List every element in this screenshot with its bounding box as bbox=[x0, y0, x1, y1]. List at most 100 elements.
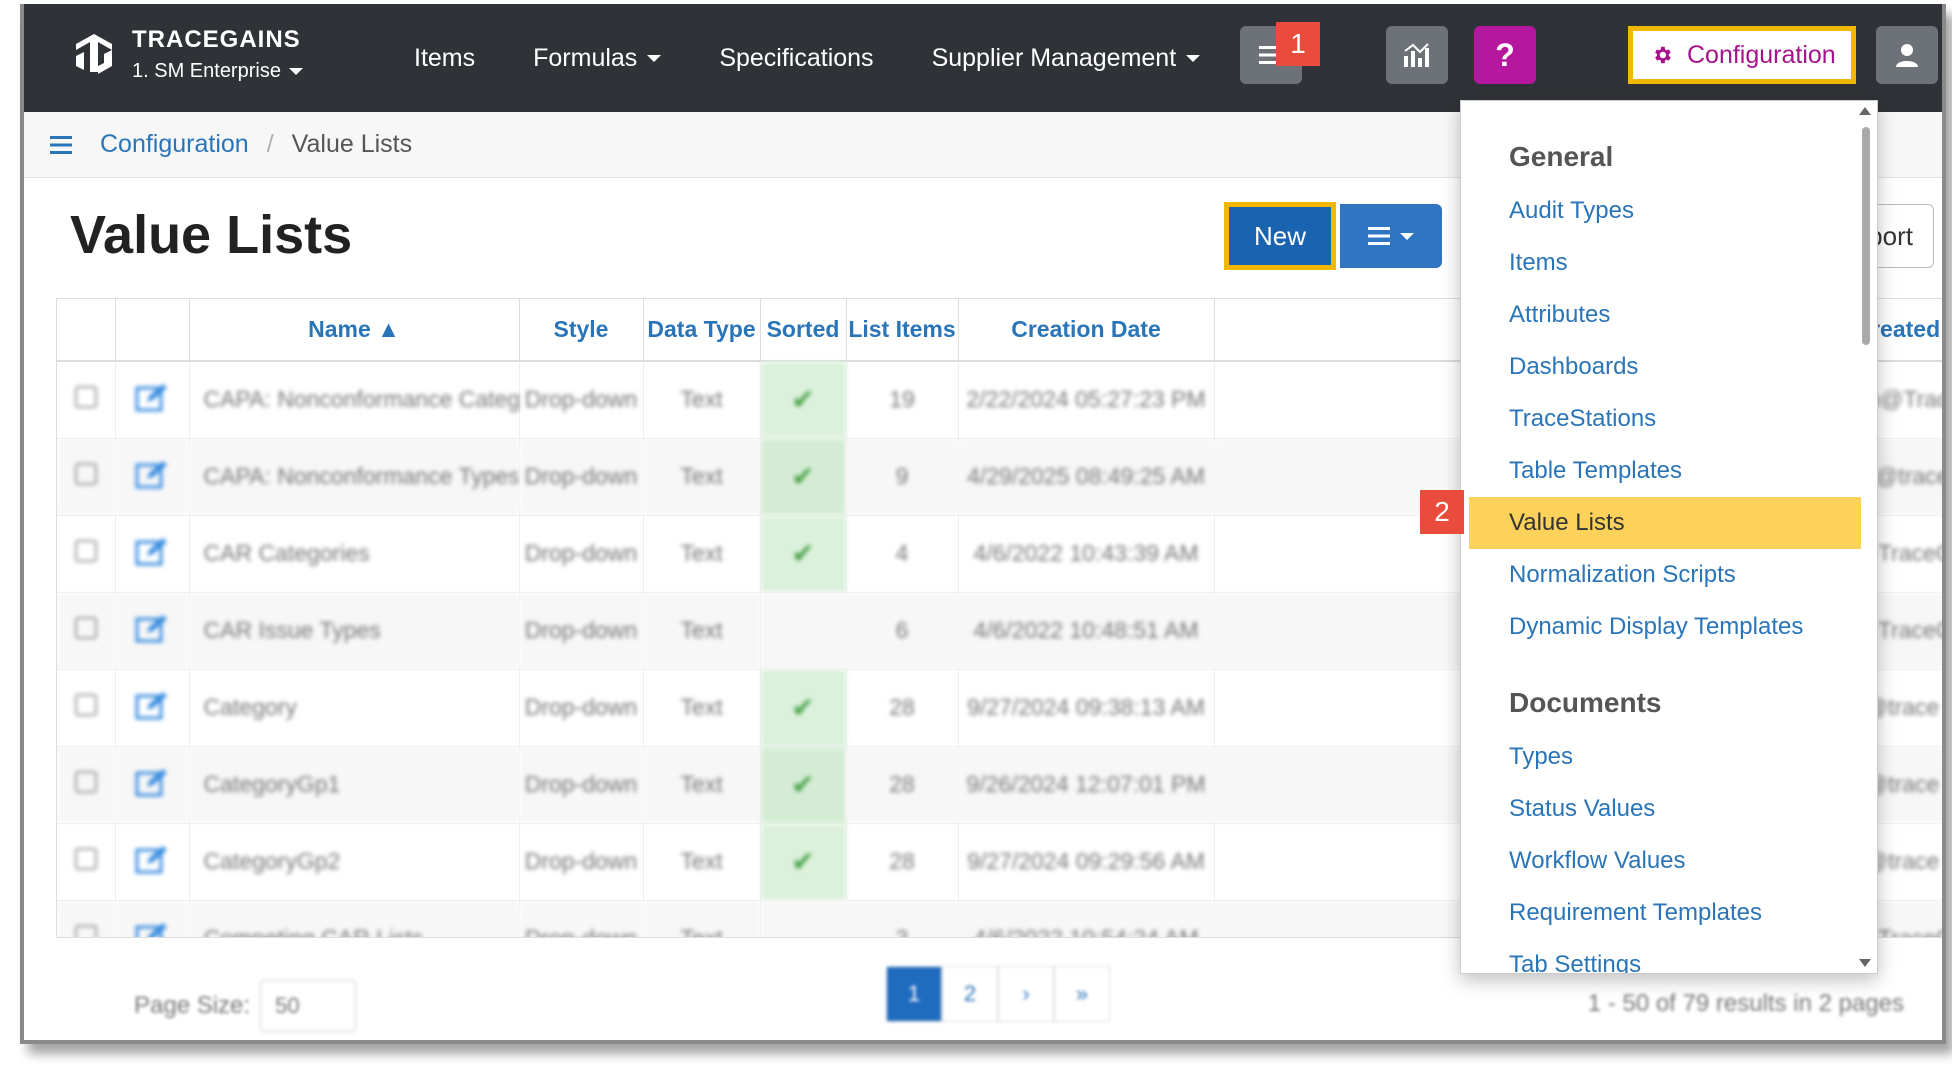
row-edit-cell[interactable] bbox=[115, 515, 190, 593]
column-header-list-items[interactable]: List Items bbox=[846, 299, 959, 362]
page-size-select[interactable]: 50 bbox=[260, 980, 357, 1032]
cell-list-items: 19 bbox=[846, 361, 959, 439]
actions-menu-button[interactable] bbox=[1340, 204, 1442, 268]
page-size-label: Page Size: bbox=[134, 992, 251, 1019]
edit-icon bbox=[135, 845, 167, 873]
user-menu-button[interactable] bbox=[1876, 26, 1938, 84]
help-button[interactable]: ? bbox=[1474, 26, 1536, 84]
cell-style: Drop-down bbox=[519, 823, 644, 901]
row-edit-cell[interactable] bbox=[115, 823, 190, 901]
menu-item-dynamic-display-templates[interactable]: Dynamic Display Templates bbox=[1461, 601, 1861, 653]
user-icon bbox=[1896, 44, 1918, 67]
row-checkbox[interactable] bbox=[74, 924, 97, 937]
page-next[interactable]: › bbox=[998, 966, 1054, 1022]
row-checkbox[interactable] bbox=[74, 847, 97, 870]
cell-data-type: Text bbox=[643, 592, 761, 670]
nav-formulas[interactable]: Formulas bbox=[533, 44, 662, 73]
column-header-style[interactable]: Style bbox=[519, 299, 644, 362]
cell-list-items: 28 bbox=[846, 669, 959, 747]
menu-item-tracestations[interactable]: TraceStations bbox=[1461, 393, 1861, 445]
page-link-1[interactable]: 1 bbox=[886, 966, 942, 1022]
cell-creation-date: 4/6/2022 10:43:39 AM bbox=[958, 515, 1215, 593]
menu-item-workflow-values[interactable]: Workflow Values bbox=[1461, 835, 1861, 887]
row-edit-cell[interactable] bbox=[115, 900, 190, 937]
configuration-dropdown-menu: General Audit Types Items Attributes Das… bbox=[1460, 100, 1878, 974]
menu-item-audit-types[interactable]: Audit Types bbox=[1461, 185, 1861, 237]
configuration-button[interactable]: Configuration bbox=[1628, 26, 1856, 84]
menu-item-status-values[interactable]: Status Values bbox=[1461, 783, 1861, 835]
menu-item-types[interactable]: Types bbox=[1461, 731, 1861, 783]
column-header-creation-date[interactable]: Creation Date bbox=[958, 299, 1215, 362]
menu-scrollbar[interactable] bbox=[1859, 101, 1875, 973]
row-edit-cell[interactable] bbox=[115, 438, 190, 516]
cell-list-items: 3 bbox=[846, 900, 959, 937]
row-checkbox[interactable] bbox=[74, 693, 97, 716]
edit-icon bbox=[135, 383, 167, 412]
cell-sorted: ✔ bbox=[760, 361, 847, 439]
cell-creation-date: 9/26/2024 12:07:01 PM bbox=[958, 746, 1215, 824]
row-edit-cell[interactable] bbox=[115, 669, 190, 747]
row-checkbox-cell bbox=[57, 592, 116, 670]
row-edit-cell[interactable] bbox=[115, 592, 190, 670]
app-window: TRACEGAINS 1. SM Enterprise Items Formul… bbox=[20, 4, 1946, 1044]
page-link-2[interactable]: 2 bbox=[942, 966, 998, 1022]
new-button[interactable]: New bbox=[1224, 202, 1336, 270]
row-checkbox-cell bbox=[57, 515, 116, 593]
top-navbar: TRACEGAINS 1. SM Enterprise Items Formul… bbox=[24, 4, 1942, 112]
row-checkbox[interactable] bbox=[74, 539, 97, 562]
edit-icon bbox=[135, 691, 167, 719]
cell-list-items: 28 bbox=[846, 823, 959, 901]
scroll-thumb[interactable] bbox=[1862, 127, 1870, 345]
edit-icon bbox=[135, 614, 167, 642]
page-last[interactable]: » bbox=[1054, 966, 1110, 1022]
cell-name: CAR Issue Types bbox=[189, 592, 520, 670]
scroll-down-arrow-icon[interactable] bbox=[1859, 959, 1871, 967]
row-checkbox-cell bbox=[57, 823, 116, 901]
cell-sorted bbox=[760, 900, 847, 937]
cell-data-type: Text bbox=[643, 900, 761, 937]
cell-sorted: ✔ bbox=[760, 515, 847, 593]
nav-items[interactable]: Items bbox=[414, 44, 475, 73]
menu-item-tab-settings[interactable]: Tab Settings bbox=[1461, 939, 1861, 973]
column-header-data-type[interactable]: Data Type bbox=[643, 299, 761, 362]
row-checkbox[interactable] bbox=[74, 385, 97, 408]
row-edit-cell[interactable] bbox=[115, 746, 190, 824]
menu-item-items[interactable]: Items bbox=[1461, 237, 1861, 289]
cell-data-type: Text bbox=[643, 515, 761, 593]
edit-icon bbox=[135, 537, 167, 565]
row-checkbox[interactable] bbox=[74, 770, 97, 793]
cell-data-type: Text bbox=[643, 361, 761, 439]
sidebar-toggle-icon[interactable] bbox=[50, 135, 72, 155]
cell-data-type: Text bbox=[643, 669, 761, 747]
row-checkbox-cell bbox=[57, 361, 116, 439]
menu-heading-documents: Documents bbox=[1509, 687, 1662, 718]
row-checkbox[interactable] bbox=[74, 462, 97, 485]
menu-item-attributes[interactable]: Attributes bbox=[1461, 289, 1861, 341]
brand[interactable]: TRACEGAINS 1. SM Enterprise bbox=[68, 26, 303, 83]
analytics-chart-icon bbox=[1404, 43, 1429, 67]
menu-item-value-lists[interactable]: Value Lists bbox=[1469, 497, 1861, 549]
menu-item-dashboards[interactable]: Dashboards bbox=[1461, 341, 1861, 393]
breadcrumb-current: Value Lists bbox=[291, 130, 413, 158]
menu-item-normalization-scripts[interactable]: Normalization Scripts bbox=[1461, 549, 1861, 601]
cell-style: Drop-down bbox=[519, 592, 644, 670]
menu-item-requirement-templates[interactable]: Requirement Templates bbox=[1461, 887, 1861, 939]
gear-icon bbox=[1655, 46, 1671, 64]
analytics-button[interactable] bbox=[1386, 26, 1448, 84]
row-checkbox[interactable] bbox=[74, 616, 97, 639]
column-header-name[interactable]: Name ▲ bbox=[189, 299, 520, 362]
account-selector[interactable]: 1. SM Enterprise bbox=[132, 60, 303, 83]
row-edit-cell[interactable] bbox=[115, 361, 190, 439]
select-column-header bbox=[57, 299, 116, 362]
nav-specifications[interactable]: Specifications bbox=[719, 44, 873, 73]
cell-creation-date: 4/6/2022 10:48:51 AM bbox=[958, 592, 1215, 670]
breadcrumb-configuration-link[interactable]: Configuration bbox=[100, 130, 249, 159]
column-header-sorted[interactable]: Sorted bbox=[760, 299, 847, 362]
nav-supplier-management[interactable]: Supplier Management bbox=[932, 44, 1201, 73]
cell-data-type: Text bbox=[643, 823, 761, 901]
menu-item-table-templates[interactable]: Table Templates bbox=[1461, 445, 1861, 497]
scroll-up-arrow-icon[interactable] bbox=[1859, 107, 1871, 115]
cell-style: Drop-down bbox=[519, 669, 644, 747]
cell-style: Drop-down bbox=[519, 438, 644, 516]
edit-column-header bbox=[115, 299, 190, 362]
